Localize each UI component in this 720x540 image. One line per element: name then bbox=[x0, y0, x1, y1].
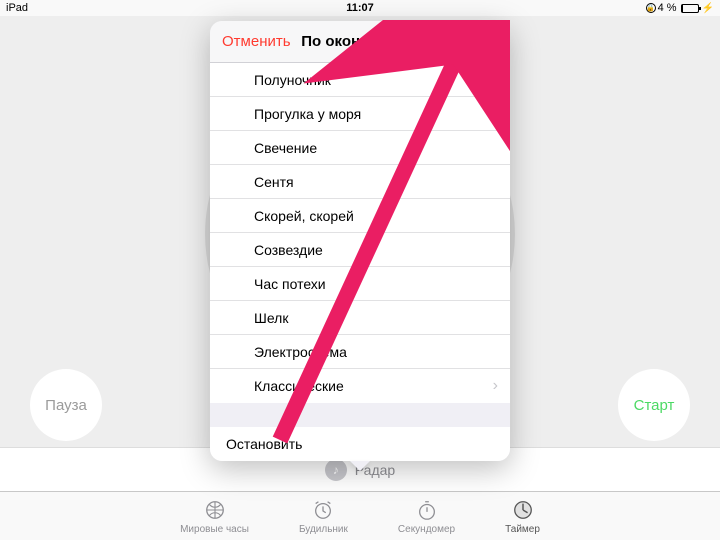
list-item[interactable]: Час потехи bbox=[210, 267, 510, 301]
ringtone-popover: Отменить По окончании Выставить Полуночн… bbox=[210, 21, 510, 461]
list-item[interactable]: Свечение bbox=[210, 131, 510, 165]
timer-icon bbox=[511, 498, 535, 522]
list-item[interactable]: Электросхема bbox=[210, 335, 510, 369]
music-note-icon: ♪ bbox=[325, 459, 347, 481]
popover-header: Отменить По окончании Выставить bbox=[210, 21, 510, 63]
tab-world-clock[interactable]: Мировые часы bbox=[180, 498, 249, 535]
list-item[interactable]: Скорей, скорей bbox=[210, 199, 510, 233]
alarm-icon bbox=[311, 498, 335, 522]
stop-playback-item[interactable]: Остановить bbox=[210, 427, 510, 461]
popover-arrow-icon bbox=[350, 461, 370, 471]
status-device: iPad bbox=[6, 2, 242, 14]
status-right: 🔒 4 % ⚡ bbox=[478, 2, 714, 14]
status-bar: iPad 11:07 🔒 4 % ⚡ bbox=[0, 0, 720, 16]
globe-icon bbox=[203, 498, 227, 522]
pause-button[interactable]: Пауза bbox=[30, 369, 102, 441]
start-button[interactable]: Старт bbox=[618, 369, 690, 441]
set-button[interactable]: Выставить bbox=[415, 33, 498, 50]
list-item[interactable]: Прогулка у моря bbox=[210, 97, 510, 131]
start-label: Старт bbox=[634, 397, 675, 414]
tab-stopwatch-label: Секундомер bbox=[398, 524, 455, 535]
list-separator bbox=[210, 403, 510, 427]
status-time: 11:07 bbox=[242, 2, 478, 14]
list-item[interactable]: Созвездие bbox=[210, 233, 510, 267]
battery-icon bbox=[681, 4, 699, 13]
popover-title: По окончании bbox=[301, 33, 404, 50]
tab-bar: Мировые часы Будильник Секундомер Таймер bbox=[0, 491, 720, 540]
battery-text: 4 % bbox=[658, 2, 677, 14]
chevron-right-icon: › bbox=[493, 377, 498, 395]
pause-label: Пауза bbox=[45, 397, 87, 414]
tab-alarm[interactable]: Будильник bbox=[299, 498, 348, 535]
list-item[interactable]: Полуночник bbox=[210, 63, 510, 97]
ringtone-list[interactable]: Полуночник Прогулка у моря Свечение Сент… bbox=[210, 63, 510, 403]
stopwatch-icon bbox=[415, 498, 439, 522]
list-item-classic[interactable]: Классические › bbox=[210, 369, 510, 403]
tab-timer-label: Таймер bbox=[505, 524, 540, 535]
list-item[interactable]: Шелк bbox=[210, 301, 510, 335]
tab-alarm-label: Будильник bbox=[299, 524, 348, 535]
tab-timer[interactable]: Таймер bbox=[505, 498, 540, 535]
cancel-button[interactable]: Отменить bbox=[222, 33, 291, 50]
orientation-lock-icon: 🔒 bbox=[646, 3, 656, 13]
tab-world-label: Мировые часы bbox=[180, 524, 249, 535]
tab-stopwatch[interactable]: Секундомер bbox=[398, 498, 455, 535]
list-item[interactable]: Сентя bbox=[210, 165, 510, 199]
charging-icon: ⚡ bbox=[702, 3, 714, 14]
